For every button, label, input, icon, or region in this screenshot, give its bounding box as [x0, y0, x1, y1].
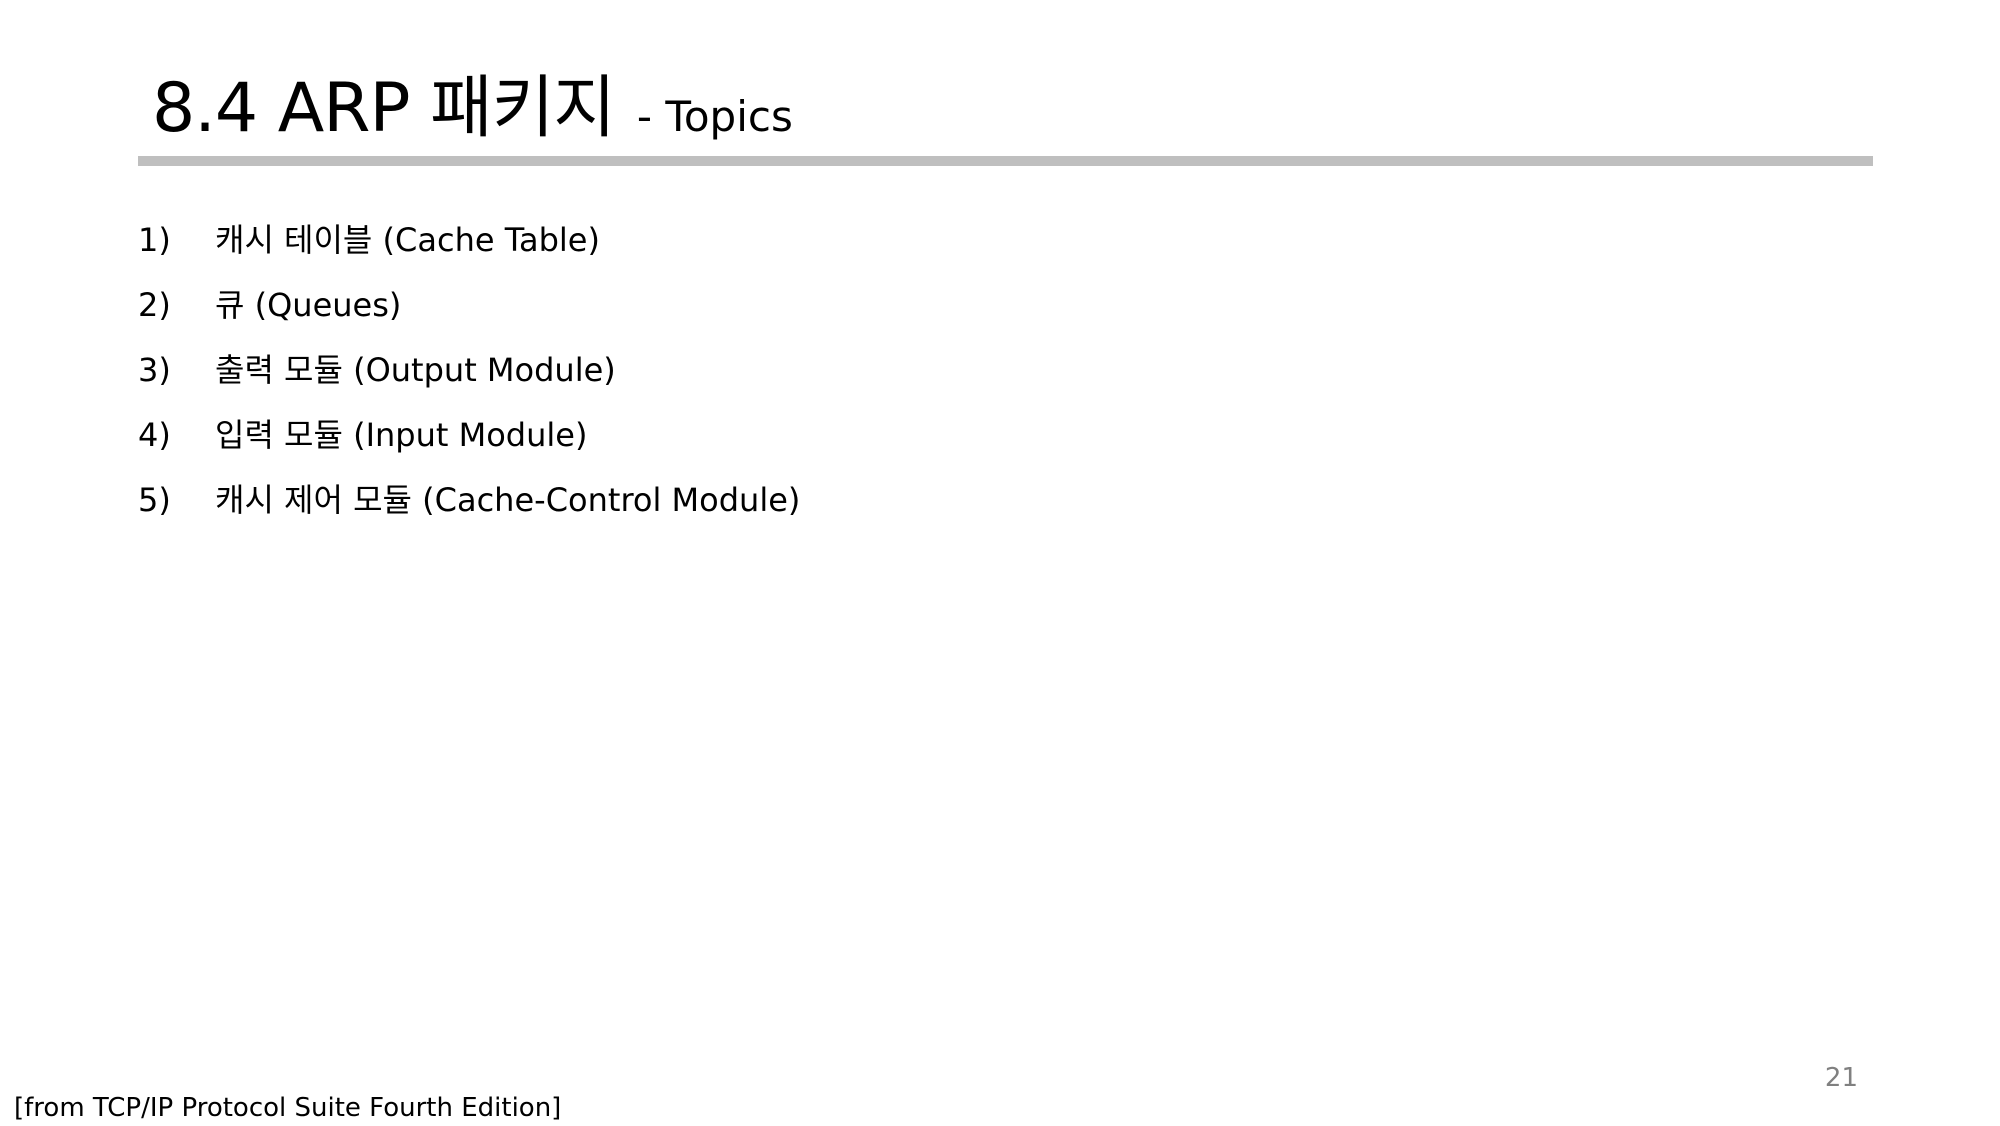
topic-list: 1) 캐시 테이블 (Cache Table) 2) 큐 (Queues) 3) 출력…: [138, 208, 800, 533]
list-item-text: 입력 모듈 (Input Module): [215, 416, 588, 454]
list-item-text: 큐 (Queues): [215, 286, 402, 324]
page-number: 21: [1824, 1063, 1858, 1093]
list-item-text: 출력 모듈 (Output Module): [215, 351, 616, 389]
slide: 8.4 ARP 패키지 - Topics 1) 캐시 테이블 (Cache Tabl…: [0, 0, 2000, 1125]
source-citation: [from TCP/IP Protocol Suite Fourth Editi…: [14, 1093, 562, 1123]
list-item-number: 3): [138, 351, 171, 389]
slide-title: 8.4 ARP 패키지 - Topics: [152, 64, 793, 154]
list-item-number: 2): [138, 286, 171, 324]
title-main: 8.4 ARP 패키지: [152, 69, 616, 148]
list-item: 3) 출력 모듈 (Output Module): [138, 338, 800, 403]
list-item-number: 4): [138, 416, 171, 454]
list-item: 5) 캐시 제어 모듈 (Cache-Control Module): [138, 468, 800, 533]
list-item-number: 5): [138, 481, 171, 519]
title-divider: [138, 156, 1873, 166]
list-item: 1) 캐시 테이블 (Cache Table): [138, 208, 800, 273]
list-item: 4) 입력 모듈 (Input Module): [138, 403, 800, 468]
title-subtitle: - Topics: [636, 92, 793, 141]
list-item: 2) 큐 (Queues): [138, 273, 800, 338]
list-item-number: 1): [138, 221, 171, 259]
list-item-text: 캐시 테이블 (Cache Table): [215, 221, 600, 259]
list-item-text: 캐시 제어 모듈 (Cache-Control Module): [215, 481, 801, 519]
